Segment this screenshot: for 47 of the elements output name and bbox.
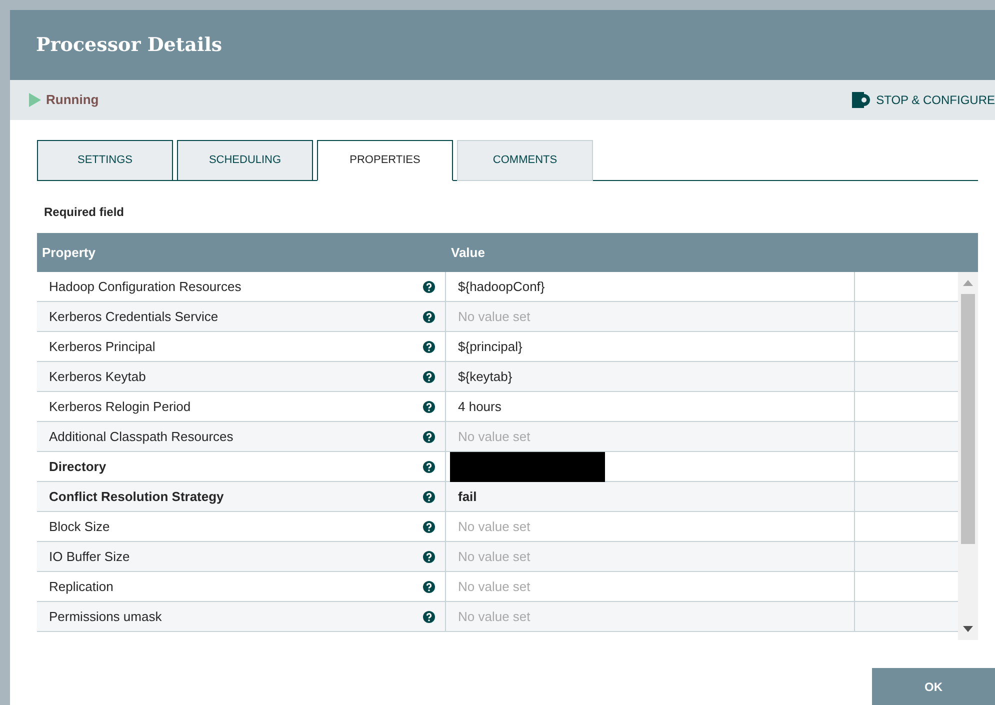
property-value: ${keytab} — [458, 368, 512, 386]
help-icon[interactable] — [423, 610, 435, 622]
help-icon[interactable] — [423, 430, 435, 442]
property-value: ${hadoopConf} — [458, 278, 545, 296]
property-name: Conflict Resolution Strategy — [49, 488, 224, 506]
help-icon[interactable] — [423, 400, 435, 412]
help-icon[interactable] — [423, 340, 435, 352]
tab[interactable]: SCHEDULING — [177, 140, 313, 181]
property-value: No value set — [458, 578, 530, 596]
help-icon[interactable] — [423, 520, 435, 532]
property-name: IO Buffer Size — [49, 548, 130, 566]
property-name: Block Size — [49, 518, 110, 536]
property-name: Permissions umask — [49, 608, 162, 626]
property-name: Kerberos Keytab — [49, 368, 146, 386]
property-value: No value set — [458, 428, 530, 446]
property-value: fail — [458, 488, 477, 506]
scrollbar[interactable] — [958, 272, 978, 640]
scroll-down-icon[interactable] — [963, 626, 973, 632]
stop-configure-button[interactable]: STOP & CONFIGURE — [852, 91, 995, 109]
property-value: 4 hours — [458, 398, 502, 416]
property-name: Kerberos Relogin Period — [49, 398, 191, 416]
help-icon[interactable] — [423, 370, 435, 382]
tab[interactable]: PROPERTIES — [317, 140, 453, 181]
property-name: Directory — [49, 458, 106, 476]
property-name: Additional Classpath Resources — [49, 428, 234, 446]
status-label: Running — [46, 91, 99, 110]
property-name: Replication — [49, 578, 114, 596]
help-icon[interactable] — [423, 550, 435, 562]
property-name: Hadoop Configuration Resources — [49, 278, 242, 296]
help-icon[interactable] — [423, 460, 435, 472]
help-icon[interactable] — [423, 280, 435, 292]
property-value: No value set — [458, 608, 530, 626]
property-value: ${principal} — [458, 338, 522, 356]
property-name: Kerberos Principal — [49, 338, 156, 356]
help-icon[interactable] — [423, 490, 435, 502]
property-value: No value set — [458, 308, 530, 326]
property-name: Kerberos Credentials Service — [49, 308, 218, 326]
help-icon[interactable] — [423, 580, 435, 592]
property-value: No value set — [458, 518, 530, 536]
required-note: Required field — [44, 204, 126, 221]
dialog-title: Processor Details — [36, 34, 222, 56]
column-header: Property — [41, 244, 96, 262]
tab[interactable]: SETTINGS — [37, 140, 173, 181]
help-icon[interactable] — [423, 310, 435, 322]
tab[interactable]: COMMENTS — [457, 140, 593, 181]
property-value: No value set — [458, 548, 530, 566]
column-header: Value — [450, 244, 486, 262]
